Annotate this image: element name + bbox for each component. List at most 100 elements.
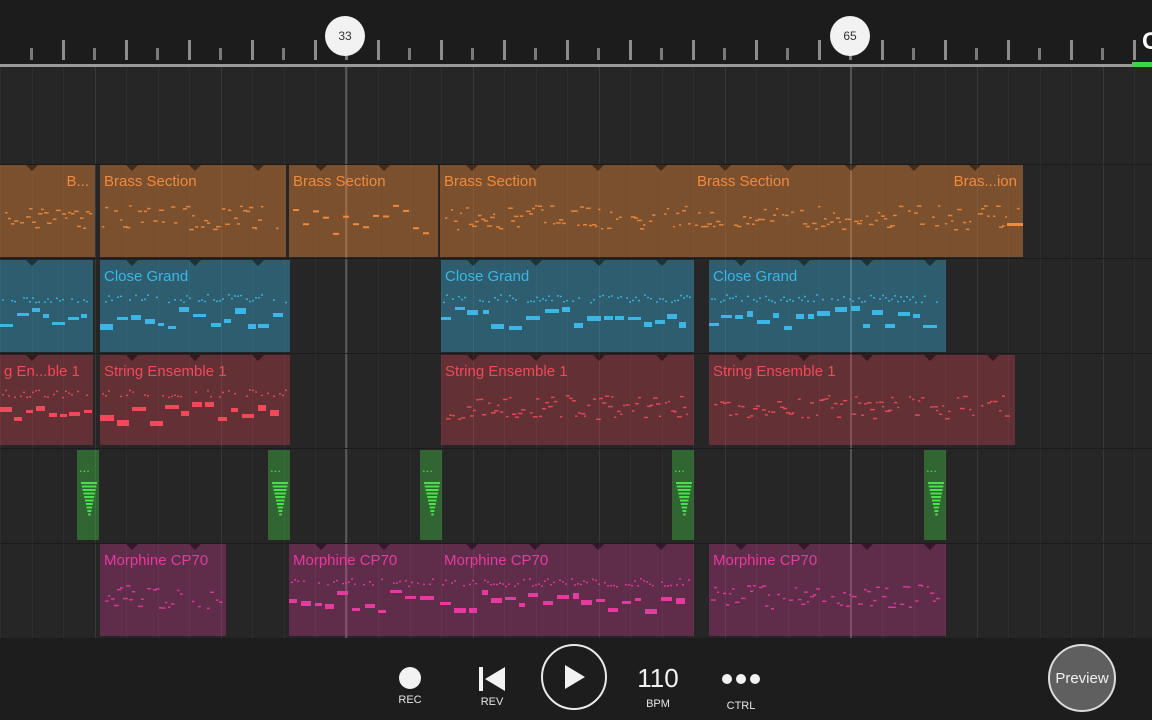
ruler-tick <box>660 48 663 60</box>
clip-label: String Ensemble 1 <box>713 363 836 380</box>
ruler-tick <box>439 40 443 60</box>
close-grand-clip[interactable] <box>0 260 93 352</box>
clip-notch <box>26 355 38 361</box>
clip-label: Morphine CP70 <box>713 552 818 569</box>
brass-section-clip[interactable]: B... <box>0 165 95 257</box>
close-grand-clip[interactable]: Close Grand <box>709 260 946 352</box>
clip-label: Morphine CP70 <box>104 552 209 569</box>
clip-notch <box>467 260 479 266</box>
ruler-tick <box>30 48 33 60</box>
clip-label: Close Grand <box>713 268 798 285</box>
clip-notch <box>655 544 667 550</box>
clip-notch <box>530 260 542 266</box>
note-pattern <box>0 297 88 327</box>
clip-label: ... <box>270 460 281 475</box>
clip-notch <box>378 544 390 550</box>
clip-label: Morphine CP70 <box>444 552 549 569</box>
edge-indicator: C <box>1142 28 1152 55</box>
ruler-tick <box>1101 48 1104 60</box>
clip-notch <box>735 260 747 266</box>
clip-label: Brass Section <box>293 173 386 190</box>
ruler-tick <box>1069 40 1073 60</box>
ruler-tick <box>502 40 506 60</box>
drum-clip[interactable]: ... <box>924 450 946 540</box>
clip-notch <box>315 544 327 550</box>
clip-notch <box>924 355 936 361</box>
clip-notch <box>735 355 747 361</box>
clip-label: ... <box>422 460 433 475</box>
clip-notch <box>252 260 264 266</box>
more-icon <box>722 674 760 684</box>
ruler-tick <box>250 40 254 60</box>
clip-notch <box>252 355 264 361</box>
clip-notch <box>861 260 873 266</box>
brass-section-clip[interactable]: Brass Section <box>440 165 693 257</box>
ruler-tick <box>565 40 569 60</box>
morphine-cp70-clip[interactable]: Morphine CP70 <box>289 544 440 636</box>
tempo-control[interactable]: 110 BPM <box>633 664 683 710</box>
tempo-unit: BPM <box>646 698 670 710</box>
drum-clip[interactable]: ... <box>77 450 99 540</box>
tempo-value: 110 <box>637 663 679 693</box>
morphine-cp70-clip[interactable]: Morphine CP70 <box>100 544 226 636</box>
bar-marker-65[interactable]: 65 <box>830 16 870 56</box>
lane-separator <box>0 448 1152 449</box>
clip-notch <box>378 165 390 171</box>
ruler-tick <box>691 40 695 60</box>
ruler-tick <box>1038 48 1041 60</box>
ruler-tick <box>187 40 191 60</box>
string-ensemble-clip[interactable]: String Ensemble 1 <box>709 355 1015 445</box>
string-ensemble-clip[interactable]: g En...ble 1 <box>0 355 93 445</box>
clip-notch <box>593 260 605 266</box>
bar-marker-33[interactable]: 33 <box>325 16 365 56</box>
rewind-button[interactable]: REV <box>472 666 512 708</box>
play-button[interactable] <box>541 644 607 710</box>
clip-notch <box>798 260 810 266</box>
arrangement-area[interactable]: B... Brass Section Brass Section Brass S… <box>0 67 1152 638</box>
clip-label: g En...ble 1 <box>4 363 80 380</box>
clip-notch <box>315 165 327 171</box>
string-ensemble-clip[interactable]: String Ensemble 1 <box>100 355 290 445</box>
clip-notch <box>26 165 38 171</box>
record-button[interactable]: REC <box>390 666 430 706</box>
clip-label: Bras...ion <box>953 173 1017 190</box>
clip-notch <box>719 165 731 171</box>
morphine-cp70-clip[interactable]: Morphine CP70 <box>709 544 946 636</box>
close-grand-clip[interactable]: Close Grand <box>441 260 694 352</box>
brass-section-clip[interactable]: Bras...ion <box>943 165 1023 257</box>
clip-notch <box>126 544 138 550</box>
ruler-tick <box>156 48 159 60</box>
ruler-tick <box>376 40 380 60</box>
drum-clip[interactable]: ... <box>672 450 694 540</box>
clip-notch <box>592 544 604 550</box>
clip-label: Close Grand <box>104 268 189 285</box>
control-button[interactable]: CTRL <box>718 672 764 712</box>
drum-clip[interactable]: ... <box>268 450 290 540</box>
close-grand-clip[interactable]: Close Grand <box>100 260 290 352</box>
ruler-tick <box>1132 40 1136 60</box>
clip-notch <box>656 260 668 266</box>
drum-clip[interactable]: ... <box>420 450 442 540</box>
clip-notch <box>467 355 479 361</box>
clip-notch <box>908 165 920 171</box>
timeline-ruler[interactable]: 33 65 C <box>0 0 1152 67</box>
clip-label: Brass Section <box>444 173 537 190</box>
clip-notch <box>126 165 138 171</box>
lane-separator <box>0 353 1152 354</box>
clip-notch <box>735 544 747 550</box>
string-ensemble-clip[interactable]: String Ensemble 1 <box>441 355 694 445</box>
morphine-cp70-clip[interactable]: Morphine CP70 <box>440 544 694 636</box>
clip-notch <box>252 165 264 171</box>
brass-section-clip[interactable]: Brass Section <box>100 165 286 257</box>
brass-section-clip[interactable]: Brass Section <box>289 165 438 257</box>
ruler-tick <box>219 48 222 60</box>
brass-section-clip[interactable]: Brass Section <box>693 165 943 257</box>
clip-label: B... <box>66 173 89 190</box>
clip-notch <box>189 260 201 266</box>
ruler-tick <box>93 48 96 60</box>
ruler-tick <box>534 48 537 60</box>
ruler-tick <box>313 40 317 60</box>
clip-notch <box>798 355 810 361</box>
preview-button[interactable]: Preview <box>1048 644 1116 712</box>
clip-notch <box>530 355 542 361</box>
